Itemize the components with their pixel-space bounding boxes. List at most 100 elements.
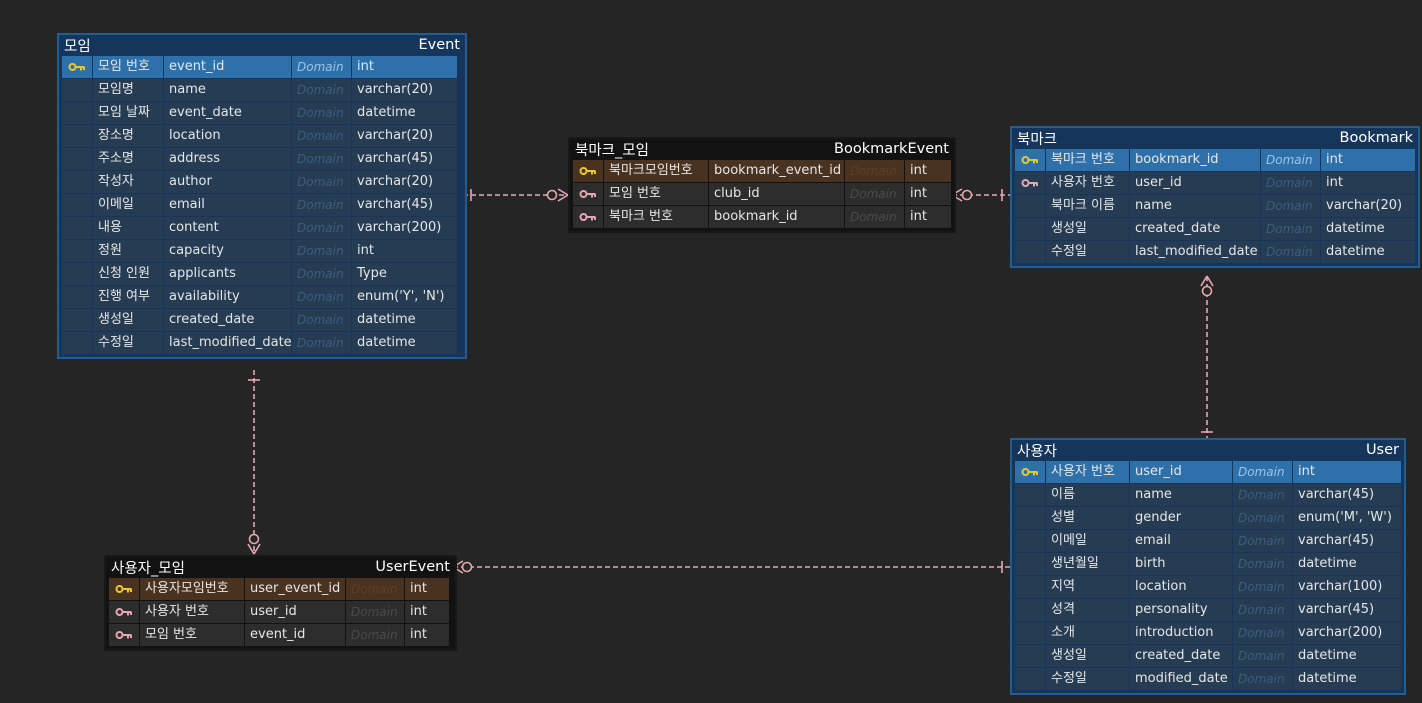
logical-name: 생성일	[93, 309, 163, 331]
column-row[interactable]: 지역 location Domain varchar(100)	[1015, 576, 1401, 598]
key-slot	[62, 240, 92, 262]
physical-name: birth	[1130, 553, 1232, 575]
logical-name: 내용	[93, 217, 163, 239]
physical-name: name	[1130, 195, 1260, 217]
primary-key-icon	[1015, 149, 1045, 171]
logical-name: 북마크모임번호	[604, 160, 708, 182]
column-row[interactable]: 북마크모임번호 bookmark_event_id Domain int	[573, 160, 951, 182]
entity-bookmark-event[interactable]: 북마크_모임 BookmarkEvent 북마크모임번호 bookmark_eve…	[568, 137, 956, 233]
column-row[interactable]: 생성일 created_date Domain datetime	[62, 309, 462, 331]
entity-header[interactable]: 북마크_모임 BookmarkEvent	[570, 139, 954, 159]
physical-name: email	[164, 194, 291, 216]
key-slot	[62, 217, 92, 239]
column-row[interactable]: 내용 content Domain varchar(200)	[62, 217, 462, 239]
column-row[interactable]: 장소명 location Domain varchar(20)	[62, 125, 462, 147]
column-row[interactable]: 모임명 name Domain varchar(20)	[62, 79, 462, 101]
entity-title-en: Event	[418, 37, 460, 53]
entity-title-ko: 사용자	[1017, 443, 1058, 460]
column-row[interactable]: 작성자 author Domain varchar(20)	[62, 171, 462, 193]
column-row[interactable]: 정원 capacity Domain int	[62, 240, 462, 262]
column-row[interactable]: 성격 personality Domain varchar(45)	[1015, 599, 1401, 621]
logical-name: 신청 인원	[93, 263, 163, 285]
column-row[interactable]: 소개 introduction Domain varchar(200)	[1015, 622, 1401, 644]
logical-name: 진행 여부	[93, 286, 163, 308]
key-slot	[1015, 668, 1045, 690]
column-row[interactable]: 생성일 created_date Domain datetime	[1015, 218, 1415, 240]
primary-key-icon	[62, 56, 92, 78]
column-row[interactable]: 모임 번호 event_id Domain int	[109, 624, 452, 646]
data-type: varchar(20)	[352, 125, 457, 147]
logical-name: 생성일	[1046, 645, 1129, 667]
physical-name: capacity	[164, 240, 291, 262]
physical-name: user_id	[245, 601, 345, 623]
column-row[interactable]: 생성일 created_date Domain datetime	[1015, 645, 1401, 667]
logical-name: 사용자모임번호	[140, 578, 244, 600]
key-slot	[1015, 507, 1045, 529]
column-row[interactable]: 북마크 번호 bookmark_id Domain int	[573, 206, 951, 228]
logical-name: 사용자 번호	[1046, 461, 1129, 483]
column-row[interactable]: 북마크 이름 name Domain varchar(20)	[1015, 195, 1415, 217]
column-row[interactable]: 수정일 last_modified_date Domain datetime	[62, 332, 462, 354]
entity-header[interactable]: 사용자 User	[1012, 440, 1404, 460]
key-slot	[1015, 195, 1045, 217]
column-row[interactable]: 사용자 번호 user_id Domain int	[1015, 172, 1415, 194]
data-type: int	[905, 183, 951, 205]
column-row[interactable]: 모임 번호 event_id Domain int	[62, 56, 462, 78]
column-row[interactable]: 진행 여부 availability Domain enum('Y', 'N')	[62, 286, 462, 308]
logical-name: 생년월일	[1046, 553, 1129, 575]
column-row[interactable]: 신청 인원 applicants Domain Type	[62, 263, 462, 285]
domain: Domain	[292, 217, 351, 239]
domain: Domain	[1233, 507, 1292, 529]
key-slot	[62, 309, 92, 331]
column-row[interactable]: 주소명 address Domain varchar(45)	[62, 148, 462, 170]
column-row[interactable]: 이메일 email Domain varchar(45)	[62, 194, 462, 216]
data-type: datetime	[1293, 645, 1401, 667]
entity-bookmark[interactable]: 북마크 Bookmark 북마크 번호 bookmark_id Domain int 사…	[1010, 126, 1420, 268]
data-type: datetime	[352, 332, 457, 354]
column-row[interactable]: 수정일 last_modified_date Domain datetime	[1015, 241, 1415, 263]
column-row[interactable]: 이름 name Domain varchar(45)	[1015, 484, 1401, 506]
column-row[interactable]: 사용자 번호 user_id Domain int	[1015, 461, 1401, 483]
logical-name: 정원	[93, 240, 163, 262]
entity-user-event[interactable]: 사용자_모임 UserEvent 사용자모임번호 user_event_id Dom…	[104, 555, 457, 651]
column-row[interactable]: 사용자 번호 user_id Domain int	[109, 601, 452, 623]
entity-header[interactable]: 사용자_모임 UserEvent	[106, 557, 455, 577]
physical-name: last_modified_date	[164, 332, 291, 354]
column-row[interactable]: 사용자모임번호 user_event_id Domain int	[109, 578, 452, 600]
domain: Domain	[1233, 553, 1292, 575]
foreign-key-icon	[573, 206, 603, 228]
column-row[interactable]: 모임 날짜 event_date Domain datetime	[62, 102, 462, 124]
data-type: datetime	[1321, 241, 1415, 263]
column-row[interactable]: 이메일 email Domain varchar(45)	[1015, 530, 1401, 552]
logical-name: 주소명	[93, 148, 163, 170]
domain: Domain	[292, 332, 351, 354]
physical-name: introduction	[1130, 622, 1232, 644]
entity-event[interactable]: 모임 Event 모임 번호 event_id Domain int 모임명 name Do…	[57, 33, 467, 359]
column-row[interactable]: 모임 번호 club_id Domain int	[573, 183, 951, 205]
column-row[interactable]: 북마크 번호 bookmark_id Domain int	[1015, 149, 1415, 171]
entity-user[interactable]: 사용자 User 사용자 번호 user_id Domain int 이름 name Dom…	[1010, 438, 1406, 695]
column-row[interactable]: 수정일 modified_date Domain datetime	[1015, 668, 1401, 690]
data-type: int	[405, 601, 449, 623]
physical-name: user_event_id	[245, 578, 345, 600]
data-type: varchar(20)	[352, 171, 457, 193]
logical-name: 소개	[1046, 622, 1129, 644]
entity-title-en: BookmarkEvent	[834, 141, 949, 157]
primary-key-icon	[1015, 461, 1045, 483]
key-slot	[1015, 645, 1045, 667]
data-type: int	[905, 160, 951, 182]
column-row[interactable]: 성별 gender Domain enum('M', 'W')	[1015, 507, 1401, 529]
physical-name: created_date	[1130, 645, 1232, 667]
physical-name: user_id	[1130, 172, 1260, 194]
entity-title-en: UserEvent	[375, 559, 450, 575]
data-type: int	[352, 240, 457, 262]
physical-name: address	[164, 148, 291, 170]
key-slot	[1015, 622, 1045, 644]
domain: Domain	[1233, 576, 1292, 598]
entity-header[interactable]: 모임 Event	[59, 35, 465, 55]
logical-name: 작성자	[93, 171, 163, 193]
entity-header[interactable]: 북마크 Bookmark	[1012, 128, 1418, 148]
domain: Domain	[292, 286, 351, 308]
primary-key-icon	[573, 160, 603, 182]
column-row[interactable]: 생년월일 birth Domain datetime	[1015, 553, 1401, 575]
